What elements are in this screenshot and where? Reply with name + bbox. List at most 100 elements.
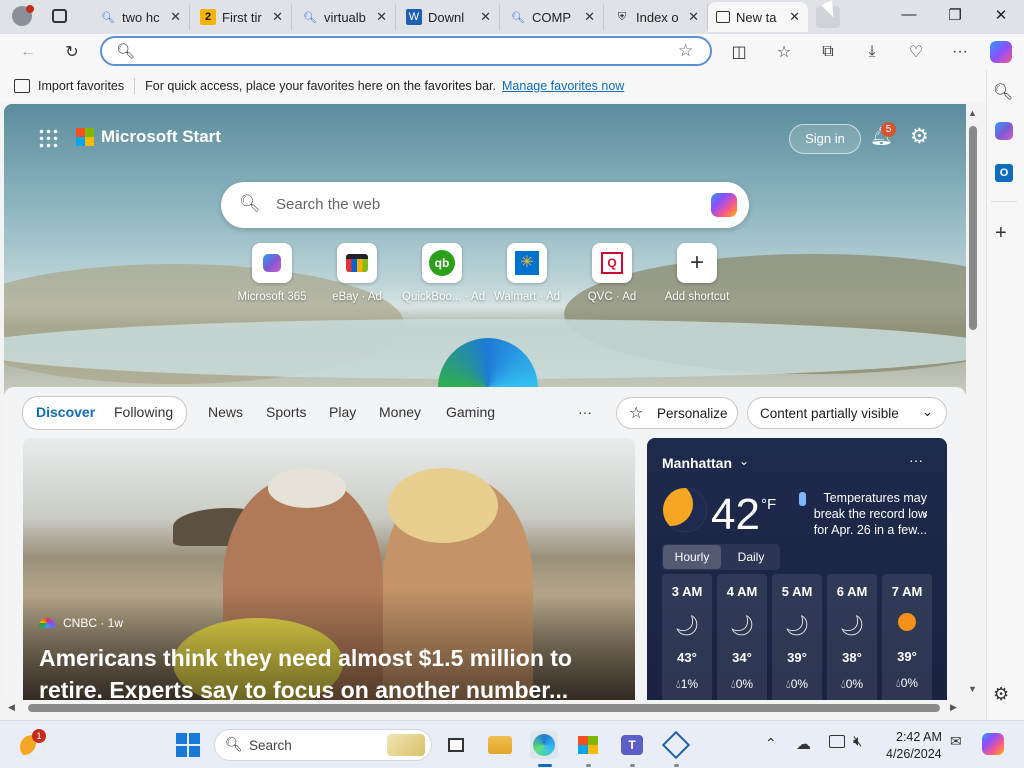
quicklink[interactable]: eBay · Ad: [317, 243, 397, 303]
hour-column: 7 AM 39° 💧︎0%: [882, 574, 932, 700]
tab[interactable]: 2 First tir ✕: [192, 4, 292, 30]
scroll-left-arrow-icon[interactable]: ◀: [8, 702, 15, 713]
volume-muted-icon[interactable]: 🔇︎: [853, 733, 862, 750]
article-headline[interactable]: Americans think they need almost $1.5 mi…: [39, 642, 599, 700]
app-launcher-icon[interactable]: [38, 128, 58, 148]
content-visibility-dropdown[interactable]: Content partially visible ⌄: [747, 397, 947, 429]
tab-daily[interactable]: Daily: [723, 545, 779, 569]
tab-actions-icon[interactable]: [52, 9, 67, 23]
edge-icon[interactable]: [530, 731, 558, 759]
favorite-star-icon[interactable]: ☆: [678, 41, 693, 61]
store-icon[interactable]: [574, 731, 602, 759]
settings-gear-icon[interactable]: ⚙: [910, 124, 929, 149]
hour-temp: 43°: [677, 650, 697, 665]
import-favorites-link[interactable]: Import favorites: [38, 79, 124, 93]
m365-icon[interactable]: [995, 122, 1013, 140]
tab[interactable]: W Downl ✕: [398, 4, 500, 30]
windows-start-icon[interactable]: [176, 733, 200, 757]
copilot-icon[interactable]: [711, 193, 737, 217]
weather-widget-badge: 1: [32, 729, 46, 743]
tab-sports[interactable]: Sports: [266, 404, 306, 420]
manage-favorites-link[interactable]: Manage favorites now: [502, 79, 624, 93]
collections-icon[interactable]: ⧉: [817, 41, 839, 63]
tab-active[interactable]: New ta ✕: [708, 2, 808, 32]
weather-location[interactable]: Manhattan: [662, 455, 732, 471]
chevron-down-icon[interactable]: ⌄: [739, 454, 749, 468]
close-icon[interactable]: ✕: [688, 9, 699, 25]
close-icon[interactable]: ✕: [789, 9, 800, 25]
close-icon[interactable]: ✕: [376, 9, 387, 25]
outlook-icon[interactable]: O: [995, 164, 1013, 182]
copilot-taskbar-icon[interactable]: [982, 733, 1004, 755]
article-card[interactable]: CNBC · 1w Americans think they need almo…: [23, 438, 635, 700]
tab-following[interactable]: Following: [114, 404, 173, 420]
maximize-button[interactable]: ❐: [943, 6, 967, 24]
weather-alert[interactable]: Temperatures may break the record low fo…: [805, 490, 927, 538]
performance-icon[interactable]: ♡: [905, 41, 927, 63]
quicklink[interactable]: qb QuickBoo... · Ad: [402, 243, 486, 303]
tab-hourly[interactable]: Hourly: [663, 545, 721, 569]
network-offline-icon[interactable]: ☁: [796, 735, 811, 753]
horizontal-scrollbar[interactable]: ◀ ▶: [4, 700, 966, 716]
quicklink-label: QuickBoo... · Ad: [402, 291, 486, 303]
scroll-down-arrow-icon[interactable]: ▼: [968, 684, 977, 694]
favorites-icon[interactable]: ☆: [773, 41, 795, 63]
display-icon[interactable]: [829, 735, 845, 748]
split-screen-icon[interactable]: ◫: [728, 41, 750, 63]
more-menu-icon[interactable]: ···: [949, 41, 971, 63]
downloads-icon[interactable]: ⤓: [861, 41, 883, 63]
clock-date[interactable]: 4/26/2024: [886, 747, 942, 761]
tab-money[interactable]: Money: [379, 404, 421, 420]
add-plus-icon[interactable]: +: [995, 222, 1007, 245]
close-icon[interactable]: ✕: [272, 9, 283, 25]
scroll-thumb[interactable]: [28, 704, 940, 712]
weather-card[interactable]: Manhattan ⌄ ··· 42 °F Temperatures may b…: [647, 438, 947, 700]
copilot-icon[interactable]: [990, 41, 1012, 63]
close-window-button[interactable]: ✕: [989, 6, 1013, 24]
clock-time[interactable]: 2:42 AM: [896, 730, 942, 744]
notification-icon[interactable]: ✉: [950, 733, 962, 750]
teams-icon[interactable]: T: [618, 731, 646, 759]
tab-play[interactable]: Play: [329, 404, 356, 420]
address-input[interactable]: [142, 43, 662, 61]
close-icon[interactable]: ✕: [170, 9, 181, 25]
scroll-right-arrow-icon[interactable]: ▶: [950, 702, 957, 713]
close-icon[interactable]: ✕: [480, 9, 491, 25]
sidebar-settings-icon[interactable]: ⚙: [993, 684, 1009, 705]
taskbar-search-box[interactable]: 🔍︎ Search: [214, 729, 432, 761]
tab-gaming[interactable]: Gaming: [446, 404, 495, 420]
quicklink[interactable]: Q QVC · Ad: [572, 243, 652, 303]
sign-in-button[interactable]: Sign in: [789, 124, 861, 154]
close-icon[interactable]: ✕: [584, 9, 595, 25]
scroll-thumb[interactable]: [969, 126, 977, 330]
web-search-box[interactable]: 🔍︎ Search the web: [221, 182, 749, 228]
add-shortcut-button[interactable]: + Add shortcut: [657, 243, 737, 303]
minimize-button[interactable]: —: [897, 6, 921, 23]
more-tabs-button[interactable]: ···: [578, 404, 592, 420]
import-favorites-icon[interactable]: [14, 79, 30, 93]
tab[interactable]: ⛨ Index o ✕: [606, 4, 708, 30]
tab-discover[interactable]: Discover: [36, 404, 95, 420]
file-explorer-icon[interactable]: [486, 731, 514, 759]
chevron-up-icon[interactable]: ⌃: [765, 735, 777, 752]
taskbar-search-input[interactable]: Search: [249, 738, 292, 753]
quicklink[interactable]: Microsoft 365: [232, 243, 312, 303]
address-bar[interactable]: 🔍︎ ☆: [100, 36, 712, 66]
personalize-button[interactable]: ☆ Personalize: [616, 397, 738, 429]
tab-news[interactable]: News: [208, 404, 243, 420]
back-icon[interactable]: ←: [17, 41, 39, 63]
vertical-scrollbar[interactable]: ▲ ▼: [966, 104, 980, 700]
refresh-icon[interactable]: ↻: [61, 41, 83, 63]
more-options-icon[interactable]: ···: [909, 452, 923, 468]
tab[interactable]: 🔍︎ virtualb ✕: [294, 4, 396, 30]
virtualbox-icon[interactable]: [661, 730, 691, 760]
chevron-right-icon[interactable]: ›: [923, 506, 928, 522]
precip-value: 0%: [845, 677, 864, 691]
tab[interactable]: 🔍︎ COMP ✕: [502, 4, 604, 30]
web-search-input[interactable]: Search the web: [276, 196, 380, 213]
tab[interactable]: 🔍︎ two hc ✕: [92, 4, 190, 30]
search-icon[interactable]: 🔍︎: [993, 82, 1013, 102]
scroll-up-arrow-icon[interactable]: ▲: [968, 108, 977, 118]
task-view-icon[interactable]: [442, 731, 470, 759]
quicklink[interactable]: ✳ Walmart · Ad: [487, 243, 567, 303]
